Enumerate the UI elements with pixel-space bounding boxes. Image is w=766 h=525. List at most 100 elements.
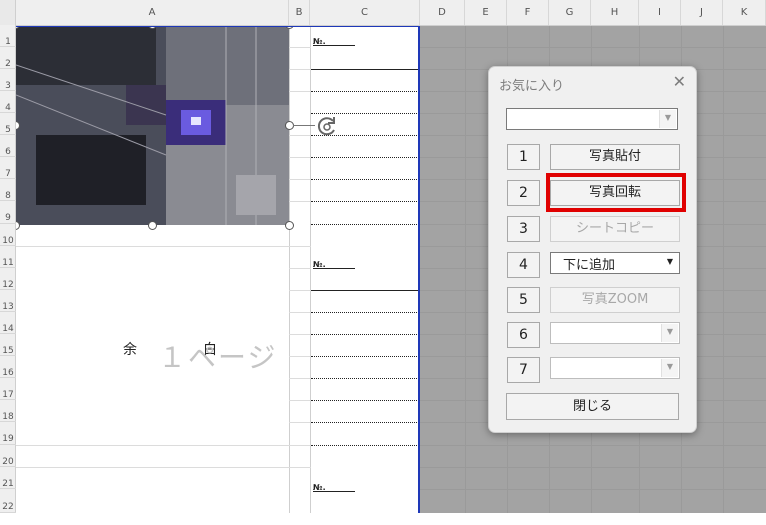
row-divider <box>289 47 311 48</box>
stage-photo-graphic <box>16 25 289 225</box>
dropdown-arrow-icon[interactable]: ▼ <box>661 324 678 342</box>
select-all-corner[interactable] <box>0 0 16 25</box>
add-position-value: 下に追加 <box>563 258 616 273</box>
page-watermark: １ページ <box>158 341 278 374</box>
column-header[interactable]: E <box>465 0 507 25</box>
no-underline <box>313 268 355 269</box>
row-divider <box>16 467 311 468</box>
row-header[interactable]: 6 <box>0 135 16 157</box>
row-header[interactable]: 15 <box>0 334 16 356</box>
dialog-title: お気に入り <box>499 79 565 94</box>
rotate-handle-icon[interactable] <box>314 114 340 140</box>
column-header[interactable]: C <box>310 0 420 25</box>
row-header[interactable]: 22 <box>0 489 16 513</box>
row-header[interactable]: 21 <box>0 467 16 489</box>
row-divider <box>289 135 311 136</box>
row-divider <box>289 201 311 202</box>
row-header[interactable]: 13 <box>0 290 16 312</box>
gridline <box>723 25 724 513</box>
column-header[interactable]: B <box>289 0 310 25</box>
dropdown-arrow-icon[interactable]: ▼ <box>661 359 678 377</box>
column-header[interactable]: G <box>549 0 591 25</box>
row-divider <box>289 69 311 70</box>
row-header[interactable]: 9 <box>0 201 16 224</box>
row-header[interactable]: 1 <box>0 25 16 47</box>
column-header[interactable]: H <box>591 0 639 25</box>
photo-paste-button[interactable]: 写真貼付 <box>550 144 680 170</box>
row-header[interactable]: 18 <box>0 400 16 422</box>
row-header[interactable]: 12 <box>0 268 16 290</box>
comment-line <box>311 400 419 401</box>
row-divider <box>289 157 311 158</box>
favorites-combo[interactable]: ▼ <box>506 108 678 130</box>
row-divider <box>289 334 311 335</box>
column-header[interactable]: A <box>16 0 289 25</box>
sheet-copy-button[interactable]: シートコピー <box>550 216 680 242</box>
resize-handle[interactable] <box>148 221 157 230</box>
row-header[interactable]: 2 <box>0 47 16 69</box>
comment-line <box>311 91 419 92</box>
row-divider <box>289 268 311 269</box>
column-header[interactable]: I <box>639 0 681 25</box>
column-divider <box>289 25 290 513</box>
dropdown-arrow-icon[interactable]: ▼ <box>662 254 678 272</box>
gridline <box>420 47 766 48</box>
row-header[interactable]: 19 <box>0 422 16 445</box>
gridline <box>465 25 466 513</box>
num-button-4[interactable]: 4 <box>507 252 540 278</box>
row-divider <box>289 312 311 313</box>
comment-line <box>311 69 419 70</box>
row-header[interactable]: 11 <box>0 246 16 268</box>
comment-line <box>311 312 419 313</box>
num-button-7[interactable]: 7 <box>507 357 540 383</box>
comment-line <box>311 378 419 379</box>
row-header[interactable]: 14 <box>0 312 16 334</box>
resize-handle[interactable] <box>285 221 294 230</box>
row-header[interactable]: 4 <box>0 91 16 113</box>
favorites-dialog: お気に入り ✕ ▼ 1 写真貼付 2 写真回転 3 シートコピー 4 下に追加 … <box>488 66 697 433</box>
row-divider <box>289 378 311 379</box>
row-divider <box>289 356 311 357</box>
row-divider <box>289 91 311 92</box>
stage-photo[interactable] <box>16 25 289 225</box>
row-header[interactable]: 17 <box>0 378 16 400</box>
num-button-5[interactable]: 5 <box>507 287 540 313</box>
comment-line <box>311 179 419 180</box>
column-header[interactable]: J <box>681 0 723 25</box>
row-header-bar: 1 2 3 4 5 6 7 8 9 10 11 12 13 14 15 16 1… <box>0 25 16 513</box>
num-button-1[interactable]: 1 <box>507 144 540 170</box>
num-button-6[interactable]: 6 <box>507 322 540 348</box>
photo-zoom-button[interactable]: 写真ZOOM <box>550 287 680 313</box>
column-header[interactable]: D <box>420 0 465 25</box>
close-button[interactable]: 閉じる <box>506 393 679 420</box>
comment-line <box>311 422 419 423</box>
comment-line <box>311 334 419 335</box>
row-header[interactable]: 5 <box>0 113 16 135</box>
num-button-2[interactable]: 2 <box>507 180 540 206</box>
row-header[interactable]: 8 <box>0 179 16 201</box>
row-divider <box>16 246 311 247</box>
row-header[interactable]: 7 <box>0 157 16 179</box>
row-header[interactable]: 20 <box>0 445 16 467</box>
column-divider <box>310 25 311 513</box>
gridline <box>420 445 766 446</box>
slot-7-combo[interactable]: ▼ <box>550 357 680 379</box>
row-divider <box>289 400 311 401</box>
row-divider <box>16 445 311 446</box>
row-header[interactable]: 10 <box>0 224 16 246</box>
add-position-select[interactable]: 下に追加 ▼ <box>550 252 680 274</box>
column-header[interactable]: K <box>723 0 766 25</box>
comment-line <box>311 201 419 202</box>
column-header[interactable]: F <box>507 0 549 25</box>
row-header[interactable]: 16 <box>0 356 16 378</box>
slot-6-combo[interactable]: ▼ <box>550 322 680 344</box>
close-icon[interactable]: ✕ <box>673 72 686 91</box>
num-button-3[interactable]: 3 <box>507 216 540 242</box>
row-divider <box>289 179 311 180</box>
comment-line <box>311 224 419 225</box>
dropdown-arrow-icon[interactable]: ▼ <box>659 110 676 128</box>
gridline <box>420 489 766 490</box>
photo-rotate-button[interactable]: 写真回転 <box>550 180 680 206</box>
comment-line <box>311 445 419 446</box>
row-header[interactable]: 3 <box>0 69 16 91</box>
